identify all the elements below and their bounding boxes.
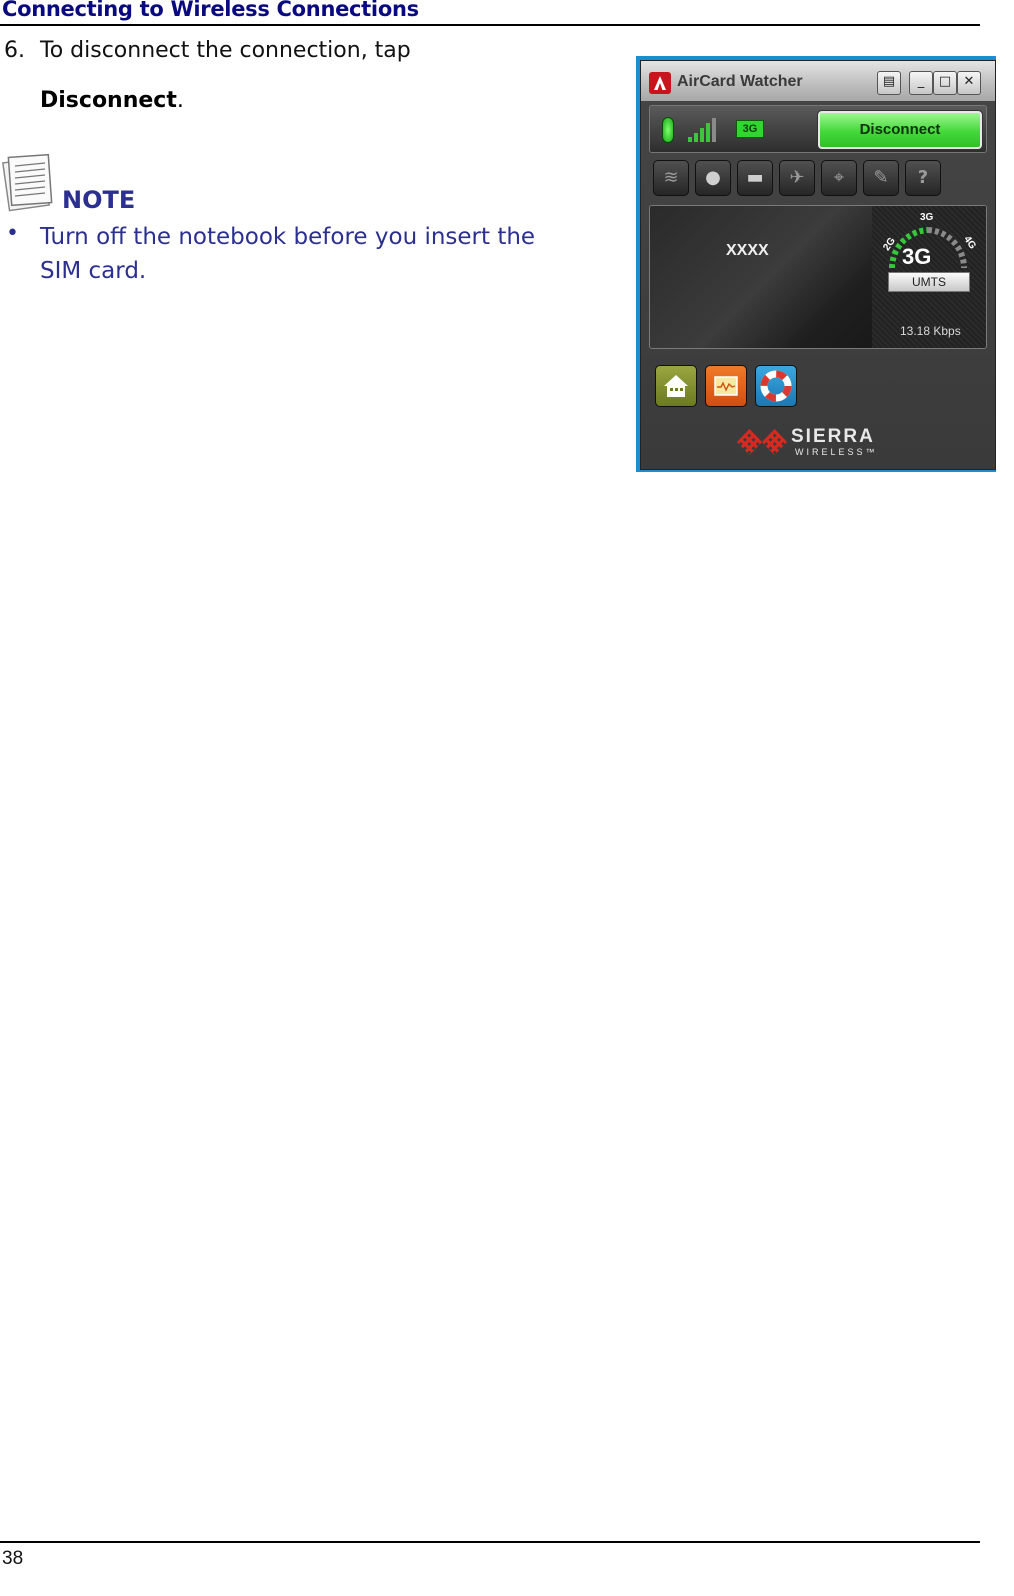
step-suffix: . xyxy=(176,88,184,113)
app-logo-icon xyxy=(649,72,671,94)
minimize-button[interactable]: _ xyxy=(909,71,933,95)
signal-bar xyxy=(688,137,692,142)
airplane-icon[interactable]: ✈ xyxy=(779,160,815,196)
connection-status-bar: 3G Disconnect xyxy=(649,105,987,153)
bullet-icon: • xyxy=(6,221,19,246)
signal-bar xyxy=(694,133,698,142)
step-term-line: Disconnect. xyxy=(40,88,184,113)
activity-monitor-button[interactable] xyxy=(705,365,747,407)
note-paper-icon xyxy=(2,153,53,212)
connection-led-icon xyxy=(662,117,674,143)
network-gauge-panel: 2G 3G 4G 3G UMTS 13.18 Kbps xyxy=(872,206,986,348)
window-title: AirCard Watcher xyxy=(677,73,803,90)
help-lifebuoy-button[interactable] xyxy=(755,365,797,407)
device-icon[interactable]: ▬ xyxy=(737,160,773,196)
network-type-badge: 3G xyxy=(736,120,764,138)
aircard-watcher-window: AirCard Watcher ▤ _ □ ✕ 3G Disconnect ≋ … xyxy=(636,56,996,472)
title-bar[interactable]: AirCard Watcher ▤ _ □ ✕ xyxy=(641,61,995,101)
connection-info-panel: XXXX 2G 3G 4G 3G UMTS 13.18 Kbps xyxy=(649,205,987,349)
signal-bar xyxy=(700,128,704,142)
wrench-icon[interactable]: ✎ xyxy=(863,160,899,196)
gps-satellite-icon[interactable]: ⌖ xyxy=(821,160,857,196)
signal-bar xyxy=(712,118,716,142)
step-instruction: 6. To disconnect the connection, tap xyxy=(4,38,411,63)
home-icon xyxy=(664,375,688,397)
data-speed: 13.18 Kbps xyxy=(900,324,961,338)
brand-subtitle: WIRELESS™ xyxy=(795,447,878,457)
carrier-name: XXXX xyxy=(726,242,769,259)
gauge-label-2g: 2G xyxy=(881,236,898,253)
close-button[interactable]: ✕ xyxy=(957,71,981,95)
lifebuoy-icon xyxy=(760,370,792,402)
home-button[interactable] xyxy=(655,365,697,407)
signal-strength-icon xyxy=(688,116,718,142)
wifi-icon[interactable]: ≋ xyxy=(653,160,689,196)
maximize-button[interactable]: □ xyxy=(933,71,957,95)
header-divider xyxy=(0,24,980,26)
brand-name: SIERRA xyxy=(791,426,875,447)
signal-bar xyxy=(706,123,710,142)
page-header-title: Connecting to Wireless Connections xyxy=(2,0,419,21)
sierra-mark-icon xyxy=(737,429,787,455)
note-label: NOTE xyxy=(62,186,136,214)
step-number: 6. xyxy=(4,38,25,63)
current-network: 3G xyxy=(902,244,932,269)
window-body: AirCard Watcher ▤ _ □ ✕ 3G Disconnect ≋ … xyxy=(640,60,996,470)
window-menu-button[interactable]: ▤ xyxy=(877,71,901,95)
step-bold-term: Disconnect xyxy=(40,88,177,113)
gauge-label-3g: 3G xyxy=(920,212,934,223)
gauge-label-4g: 4G xyxy=(961,234,978,251)
waveform-icon xyxy=(714,376,738,396)
note-item: Turn off the notebook before you insert … xyxy=(40,224,536,284)
sierra-wireless-logo: SIERRA WIRELESS™ xyxy=(737,425,907,461)
messages-icon[interactable]: ● xyxy=(695,160,731,196)
footer-divider xyxy=(0,1541,980,1543)
step-text: To disconnect the connection, tap xyxy=(40,38,411,63)
disconnect-button[interactable]: Disconnect xyxy=(818,111,982,149)
help-icon[interactable]: ? xyxy=(905,160,941,196)
technology-label: UMTS xyxy=(888,272,970,292)
page-number: 38 xyxy=(2,1548,24,1569)
